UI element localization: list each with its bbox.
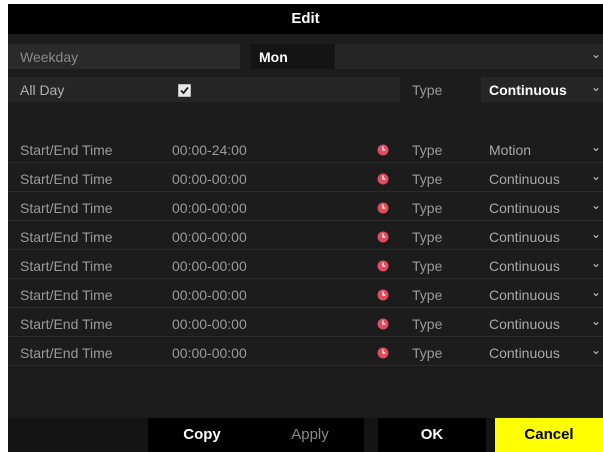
clock-icon[interactable]: [377, 318, 389, 330]
schedule-row: Start/End Time 00:00-00:00 Type Continuo…: [8, 340, 603, 366]
type-value: Continuous: [489, 229, 560, 245]
all-day-type-value: Continuous: [489, 82, 567, 98]
chevron-down-icon: ⌄: [590, 169, 601, 183]
type-label: Type: [412, 171, 443, 187]
type-label: Type: [412, 142, 443, 158]
type-label: Type: [412, 200, 443, 216]
type-label: Type: [412, 229, 443, 245]
chevron-down-icon: ⌄: [590, 47, 601, 61]
clock-icon[interactable]: [377, 202, 389, 214]
type-select[interactable]: Continuous ⌄: [481, 311, 603, 336]
type-value: Continuous: [489, 171, 560, 187]
clock-icon[interactable]: [377, 144, 389, 156]
copy-button[interactable]: Copy: [148, 418, 256, 452]
row-divider: [8, 249, 603, 250]
chevron-down-icon: ⌄: [590, 80, 601, 94]
schedule-label: Start/End Time: [20, 229, 113, 245]
type-select[interactable]: Motion ⌄: [481, 137, 603, 162]
chevron-down-icon: ⌄: [590, 140, 601, 154]
schedule-row: Start/End Time 00:00-24:00 Type Motion ⌄: [8, 137, 603, 163]
button-bar: Copy Apply OK Cancel: [8, 418, 603, 452]
weekday-row: Weekday Weekday Mon ⌄: [8, 44, 603, 70]
weekday-select-extension[interactable]: ⌄: [335, 44, 603, 69]
type-select[interactable]: Continuous ⌄: [481, 195, 603, 220]
time-range-field[interactable]: 00:00-00:00: [172, 200, 247, 216]
type-select[interactable]: Continuous ⌄: [481, 253, 603, 278]
apply-button[interactable]: Apply: [256, 418, 364, 452]
schedule-label: Start/End Time: [20, 142, 113, 158]
type-select[interactable]: Continuous ⌄: [481, 282, 603, 307]
clock-icon[interactable]: [377, 260, 389, 272]
all-day-label: All Day: [20, 82, 65, 98]
all-day-bg: [8, 77, 401, 102]
schedule-label: Start/End Time: [20, 200, 113, 216]
schedule-label: Start/End Time: [20, 287, 113, 303]
time-range-field[interactable]: 00:00-24:00: [172, 142, 247, 158]
all-day-type-label: Type: [412, 82, 443, 98]
type-label: Type: [412, 345, 443, 361]
type-value: Continuous: [489, 287, 560, 303]
schedule-row: Start/End Time 00:00-00:00 Type Continuo…: [8, 311, 603, 337]
row-divider: [8, 365, 603, 366]
dialog-title: Edit: [291, 10, 320, 27]
chevron-down-icon: ⌄: [590, 343, 601, 357]
schedule-label: Start/End Time: [20, 258, 113, 274]
chevron-down-icon: ⌄: [590, 198, 601, 212]
weekday-label-text: Weekday: [20, 49, 79, 65]
row-divider: [8, 307, 603, 308]
all-day-row: All Day Type Continuous ⌄: [8, 77, 603, 103]
time-range-field[interactable]: 00:00-00:00: [172, 316, 247, 332]
time-range-field[interactable]: 00:00-00:00: [172, 287, 247, 303]
clock-icon[interactable]: [377, 173, 389, 185]
type-select[interactable]: Continuous ⌄: [481, 340, 603, 365]
row-divider: [8, 336, 603, 337]
type-value: Continuous: [489, 345, 560, 361]
weekday-value: Mon: [259, 49, 288, 65]
cancel-button[interactable]: Cancel: [495, 418, 603, 452]
type-value: Continuous: [489, 200, 560, 216]
schedule-label: Start/End Time: [20, 171, 113, 187]
type-label: Type: [412, 287, 443, 303]
chevron-down-icon: ⌄: [590, 314, 601, 328]
clock-icon[interactable]: [377, 231, 389, 243]
clock-icon[interactable]: [377, 289, 389, 301]
clock-icon[interactable]: [377, 347, 389, 359]
all-day-type-select[interactable]: Continuous ⌄: [481, 77, 603, 102]
schedule-row: Start/End Time 00:00-00:00 Type Continuo…: [8, 224, 603, 250]
type-label: Type: [412, 258, 443, 274]
schedule-row: Start/End Time 00:00-00:00 Type Continuo…: [8, 166, 603, 192]
row-divider: [8, 191, 603, 192]
schedule-row: Start/End Time 00:00-00:00 Type Continuo…: [8, 195, 603, 221]
all-day-checkbox[interactable]: [178, 84, 191, 97]
row-divider: [8, 278, 603, 279]
chevron-down-icon: ⌄: [590, 256, 601, 270]
row-divider: [8, 162, 603, 163]
type-value: Continuous: [489, 316, 560, 332]
title-bar: Edit: [8, 4, 603, 34]
type-select[interactable]: Continuous ⌄: [481, 224, 603, 249]
type-value: Motion: [489, 142, 532, 158]
ok-button[interactable]: OK: [378, 418, 486, 452]
schedule-row: Start/End Time 00:00-00:00 Type Continuo…: [8, 253, 603, 279]
time-range-field[interactable]: 00:00-00:00: [172, 258, 247, 274]
schedule-label: Start/End Time: [20, 345, 113, 361]
schedule-label: Start/End Time: [20, 316, 113, 332]
time-range-field[interactable]: 00:00-00:00: [172, 171, 247, 187]
time-range-field[interactable]: 00:00-00:00: [172, 229, 247, 245]
chevron-down-icon: ⌄: [590, 227, 601, 241]
weekday-select[interactable]: Mon: [251, 44, 336, 69]
checkmark-icon: [180, 86, 189, 95]
edit-dialog: Edit Weekday Weekday Mon ⌄ All Day Type …: [8, 4, 603, 452]
row-divider: [8, 220, 603, 221]
type-select[interactable]: Continuous ⌄: [481, 166, 603, 191]
type-value: Continuous: [489, 258, 560, 274]
schedule-row: Start/End Time 00:00-00:00 Type Continuo…: [8, 282, 603, 308]
time-range-field[interactable]: 00:00-00:00: [172, 345, 247, 361]
type-label: Type: [412, 316, 443, 332]
chevron-down-icon: ⌄: [590, 285, 601, 299]
